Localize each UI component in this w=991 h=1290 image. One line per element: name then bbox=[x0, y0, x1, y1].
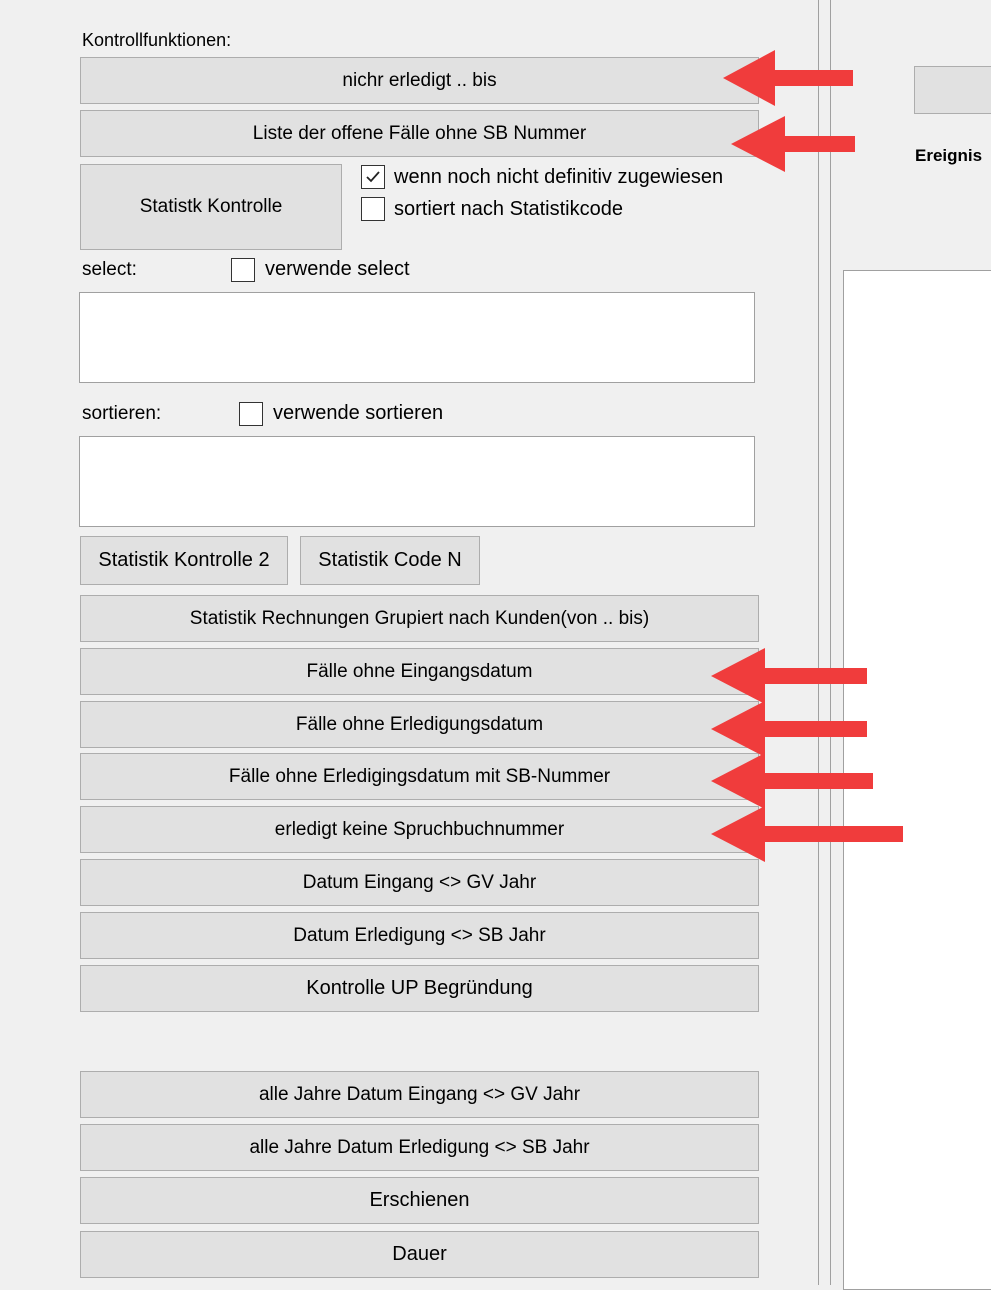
statistik-kontrolle-button[interactable]: Statistk Kontrolle bbox=[80, 164, 342, 250]
datum-erledigung-sb-button[interactable]: Datum Erledigung <> SB Jahr bbox=[80, 912, 759, 959]
verwende-sortieren-label: verwende sortieren bbox=[273, 402, 444, 424]
annotation-arrow-6 bbox=[711, 806, 903, 862]
statistik-code-n-button[interactable]: Statistik Code N bbox=[300, 536, 480, 585]
nicht-erledigt-button[interactable]: nichr erledigt .. bis bbox=[80, 57, 759, 104]
alle-jahre-erledigung-button[interactable]: alle Jahre Datum Erledigung <> SB Jahr bbox=[80, 1124, 759, 1171]
sortiert-statistikcode-label: sortiert nach Statistikcode bbox=[394, 198, 623, 220]
erschienen-button[interactable]: Erschienen bbox=[80, 1177, 759, 1224]
definitiv-checkbox[interactable] bbox=[361, 165, 385, 189]
right-panel-button[interactable] bbox=[914, 66, 991, 114]
verwende-select-checkbox[interactable] bbox=[231, 258, 255, 282]
faelle-ohne-erledigungsdatum-button[interactable]: Fälle ohne Erledigungsdatum bbox=[80, 701, 759, 748]
erledigt-keine-spruchbuch-button[interactable]: erledigt keine Spruchbuchnummer bbox=[80, 806, 759, 853]
datum-eingang-gv-button[interactable]: Datum Eingang <> GV Jahr bbox=[80, 859, 759, 906]
faelle-ohne-erledigingsdatum-sb-button[interactable]: Fälle ohne Erledigingsdatum mit SB-Numme… bbox=[80, 753, 759, 800]
kontrolle-up-button[interactable]: Kontrolle UP Begründung bbox=[80, 965, 759, 1012]
statistik-rechnungen-button[interactable]: Statistik Rechnungen Grupiert nach Kunde… bbox=[80, 595, 759, 642]
sortiert-statistikcode-checkbox[interactable] bbox=[361, 197, 385, 221]
alle-jahre-eingang-button[interactable]: alle Jahre Datum Eingang <> GV Jahr bbox=[80, 1071, 759, 1118]
statistik-kontrolle-2-button[interactable]: Statistik Kontrolle 2 bbox=[80, 536, 288, 585]
section-label: Kontrollfunktionen: bbox=[82, 30, 232, 50]
dauer-button[interactable]: Dauer bbox=[80, 1231, 759, 1278]
sortieren-textarea[interactable] bbox=[79, 436, 755, 527]
annotation-arrow-1 bbox=[723, 50, 853, 106]
ereignis-label: Ereignis bbox=[915, 146, 983, 165]
checkmark-icon bbox=[366, 171, 380, 183]
sortieren-label: sortieren: bbox=[82, 403, 162, 424]
definitiv-checkbox-label: wenn noch nicht definitiv zugewiesen bbox=[394, 166, 724, 188]
verwende-select-label: verwende select bbox=[265, 258, 410, 280]
select-textarea[interactable] bbox=[79, 292, 755, 383]
faelle-ohne-eingangsdatum-button[interactable]: Fälle ohne Eingangsdatum bbox=[80, 648, 759, 695]
verwende-sortieren-checkbox[interactable] bbox=[239, 402, 263, 426]
annotation-arrow-2 bbox=[731, 116, 855, 172]
select-label: select: bbox=[82, 259, 137, 280]
liste-offene-faelle-button[interactable]: Liste der offene Fälle ohne SB Nummer bbox=[80, 110, 759, 157]
